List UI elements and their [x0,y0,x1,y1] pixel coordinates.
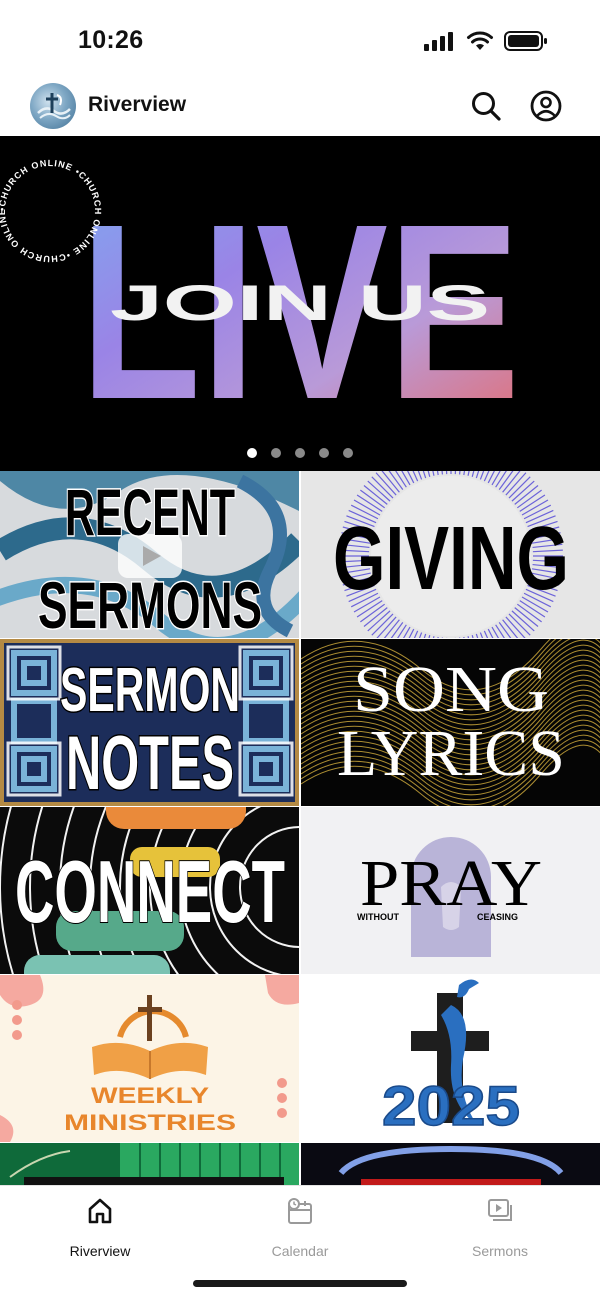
tile-title-line1: SERMON [60,656,240,725]
tile-title-line2: NOTES [66,721,234,806]
search-icon [472,92,501,121]
tile-partial-right[interactable] [301,1143,600,1185]
tile-pray[interactable]: PRAY WITHOUT CEASING [301,807,600,974]
tile-2025[interactable]: 2025 [301,975,600,1142]
app-title: Riverview [88,93,187,116]
carousel-dot[interactable] [343,448,353,458]
profile-button[interactable] [529,89,563,123]
tile-title-line2: LYRICS [337,717,565,790]
tile-title-line2: MINISTRIES [64,1110,236,1135]
home-indicator[interactable] [193,1280,407,1287]
tile-partial-left[interactable] [0,1143,299,1185]
tile-title-line1: GIVING [333,509,569,609]
tile-title-line1: PRAY [360,847,542,920]
status-time: 10:26 [78,26,144,54]
tile-giving[interactable]: GIVING [301,471,600,638]
video-library-icon [488,1199,512,1221]
search-button[interactable] [469,89,503,123]
tile-connect[interactable]: CONNECT [0,807,299,974]
battery-icon [504,31,547,51]
tab-sermons[interactable]: Sermons [400,1196,600,1259]
cellular-signal-icon [424,32,453,51]
tile-title-line1: WEEKLY [91,1083,209,1108]
hero-banner-carousel[interactable]: LIVE JOIN US •CHURCH ONLINE •CHURCH ONLI… [0,136,600,471]
tile-title-line2: SERMONS [38,568,262,638]
carousel-dot[interactable] [295,448,305,458]
tile-subtitle-left: WITHOUT [357,912,399,922]
tile-subtitle-right: CEASING [477,912,518,922]
tile-title-line1: RECENT [65,475,235,549]
status-icons [424,30,548,52]
tile-sermon-notes[interactable]: SERMON NOTES [0,639,299,806]
tile-weekly-ministries[interactable]: WEEKLY MINISTRIES [0,975,299,1142]
tab-home-label: Riverview [69,1243,131,1259]
hero-overlay-text: JOIN US [110,275,490,331]
carousel-dot[interactable] [271,448,281,458]
tile-title-line1: 2025 [382,1074,520,1137]
app-header: Riverview [0,80,600,136]
carousel-dot[interactable] [247,448,257,458]
tile-title-line1: CONNECT [15,842,285,941]
wifi-icon [467,31,493,50]
calendar-icon [288,1198,312,1224]
carousel-dots [0,448,600,458]
hero-banner-image: LIVE JOIN US •CHURCH ONLINE •CHURCH ONLI… [0,158,520,451]
tile-title-line1: SONG [353,653,549,726]
home-icon [88,1198,112,1224]
account-circle-icon [530,90,562,122]
church-logo-icon [30,83,76,129]
tile-recent-sermons[interactable]: RECENT SERMONS [0,471,299,638]
tab-sermons-label: Sermons [471,1243,529,1259]
status-bar: 10:26 [0,0,600,80]
tile-song-lyrics[interactable]: SONG LYRICS [301,639,600,806]
tab-home[interactable]: Riverview [0,1196,200,1259]
carousel-dot[interactable] [319,448,329,458]
tab-calendar[interactable]: Calendar [200,1196,400,1259]
tab-calendar-label: Calendar [271,1243,329,1259]
